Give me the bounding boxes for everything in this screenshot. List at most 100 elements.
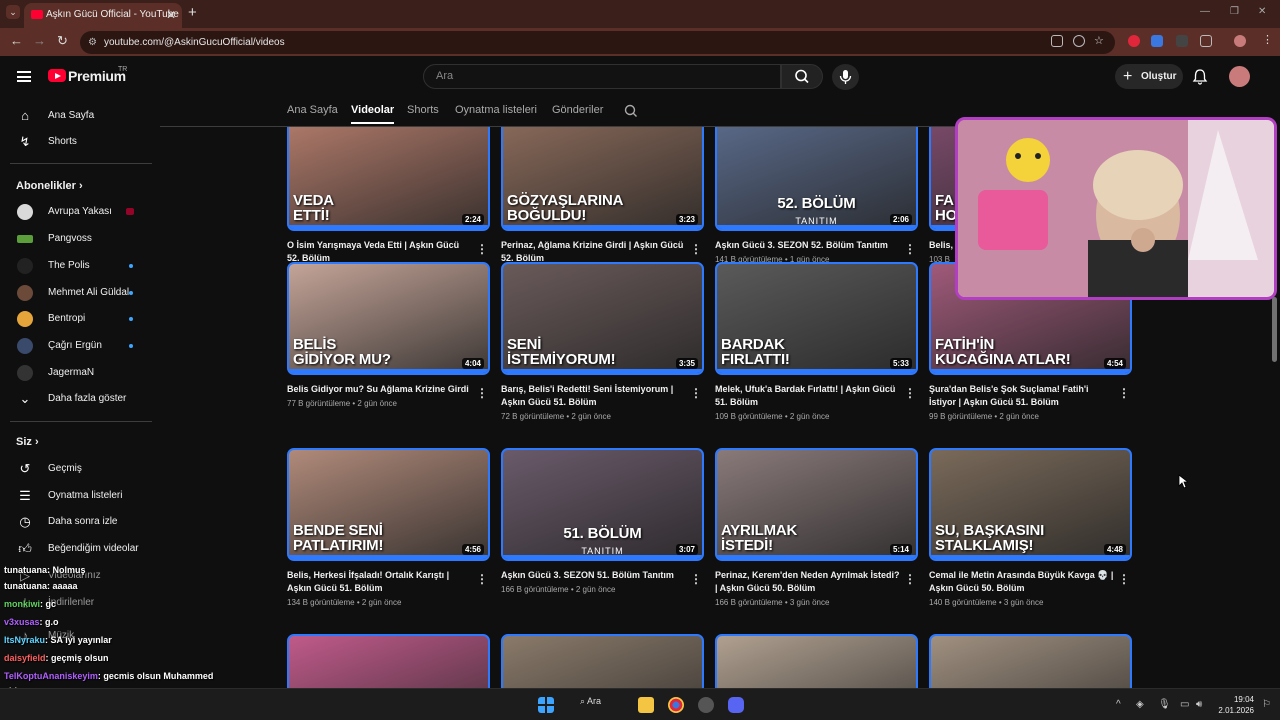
video-more-options-icon[interactable]: ⋮ bbox=[690, 572, 702, 586]
discord-icon[interactable] bbox=[728, 697, 744, 713]
sidebar-channel-mehmet-ali-guldal[interactable]: Mehmet Ali Güldal bbox=[0, 280, 160, 306]
tab-videos[interactable]: Videolar bbox=[351, 104, 395, 124]
maximize-icon[interactable]: ❐ bbox=[1230, 6, 1239, 17]
video-more-options-icon[interactable]: ⋮ bbox=[476, 242, 488, 256]
youtube-logo-icon[interactable] bbox=[48, 69, 66, 82]
video-thumbnail[interactable]: BENDE SENİ PATLATIRIM! 4:56 bbox=[287, 448, 490, 561]
video-thumbnail[interactable]: 52. BÖLÜM TANITIM 2:06 bbox=[715, 127, 918, 231]
video-card[interactable]: BARDAK FIRLATTI! 5:33 Melek, Ufuk'a Bardak… bbox=[715, 262, 918, 421]
video-thumbnail[interactable]: 51. BÖLÜM TANITIM 3:07 bbox=[501, 448, 704, 561]
video-card[interactable] bbox=[715, 634, 918, 688]
video-thumbnail[interactable]: AYRILMAK İSTEDİ! 5:14 bbox=[715, 448, 918, 561]
tray-chevron-icon[interactable]: ^ bbox=[1116, 699, 1121, 710]
video-more-options-icon[interactable]: ⋮ bbox=[476, 386, 488, 400]
video-title[interactable]: Melek, Ufuk'a Bardak Fırlattı! | Aşkın G… bbox=[715, 383, 901, 409]
profile-icon[interactable] bbox=[1234, 35, 1246, 47]
close-window-icon[interactable]: ✕ bbox=[1258, 6, 1266, 17]
you-header[interactable]: Siz › bbox=[16, 436, 39, 448]
video-more-options-icon[interactable]: ⋮ bbox=[690, 242, 702, 256]
account-avatar[interactable] bbox=[1229, 66, 1250, 87]
video-card[interactable]: VEDA ETTİ! 2:24 O İsim Yarışmaya Veda Etti… bbox=[287, 127, 490, 277]
file-explorer-icon[interactable] bbox=[638, 697, 654, 713]
system-clock[interactable]: 19:04 2.01.2026 bbox=[1214, 694, 1254, 716]
video-card[interactable]: 52. BÖLÜM TANITIM 2:06 Aşkın Gücü 3. SEZON … bbox=[715, 127, 918, 264]
extension-dark-icon[interactable] bbox=[1176, 35, 1188, 47]
sidebar-channel-the-polis[interactable]: The Polis bbox=[0, 253, 160, 279]
tab-playlists[interactable]: Oynatma listeleri bbox=[455, 104, 537, 116]
sidebar-channel-avrupa-yakasi[interactable]: Avrupa Yakası bbox=[0, 199, 160, 225]
back-icon[interactable]: ← bbox=[10, 33, 23, 48]
video-thumbnail[interactable] bbox=[501, 634, 704, 688]
video-thumbnail[interactable]: SU, BAŞKASINI STALKLAMIŞ! 4:48 bbox=[929, 448, 1132, 561]
address-bar[interactable]: ⚙ youtube.com/@AskinGucuOfficial/videos bbox=[80, 31, 1115, 54]
video-card[interactable] bbox=[287, 634, 490, 688]
taskbar-search[interactable]: ⌕ Ara bbox=[580, 696, 601, 707]
sidebar-show-more[interactable]: ⌄ Daha fazla göster bbox=[0, 386, 160, 412]
sidebar-item-shorts[interactable]: ↯ Shorts bbox=[0, 129, 160, 155]
extension-blue-icon[interactable] bbox=[1151, 35, 1163, 47]
reload-icon[interactable]: ↻ bbox=[57, 33, 68, 49]
tab-list-chevron-icon[interactable]: ⌄ bbox=[6, 5, 20, 19]
video-title[interactable]: Belis, Herkesi İfşaladı! Ortalık Karıştı… bbox=[287, 569, 473, 595]
cast-icon[interactable] bbox=[1051, 35, 1063, 47]
video-card[interactable] bbox=[501, 634, 704, 688]
tab-shorts[interactable]: Shorts bbox=[407, 104, 439, 116]
search-button[interactable] bbox=[781, 64, 823, 89]
video-more-options-icon[interactable]: ⋮ bbox=[904, 386, 916, 400]
windows-start-icon[interactable] bbox=[538, 697, 554, 713]
video-title[interactable]: Barış, Belis'i Redetti! Seni İstemiyorum… bbox=[501, 383, 687, 409]
search-input[interactable]: Ara bbox=[423, 64, 781, 89]
minimize-icon[interactable]: — bbox=[1200, 6, 1210, 17]
video-thumbnail[interactable]: VEDA ETTİ! 2:24 bbox=[287, 127, 490, 231]
site-info-icon[interactable]: ⚙ bbox=[88, 31, 97, 54]
video-thumbnail[interactable] bbox=[287, 634, 490, 688]
tab-posts[interactable]: Gönderiler bbox=[552, 104, 603, 116]
sidebar-channel-jagerman[interactable]: JagermaN bbox=[0, 360, 160, 386]
notification-center-icon[interactable]: ⚐ bbox=[1262, 699, 1271, 710]
forward-icon[interactable]: → bbox=[33, 33, 46, 48]
page-scrollbar-thumb[interactable] bbox=[1272, 297, 1277, 362]
video-thumbnail[interactable]: BARDAK FIRLATTI! 5:33 bbox=[715, 262, 918, 375]
video-more-options-icon[interactable]: ⋮ bbox=[476, 572, 488, 586]
video-thumbnail[interactable]: GÖZYAŞLARINA BOĞULDU! 3:23 bbox=[501, 127, 704, 231]
video-more-options-icon[interactable]: ⋮ bbox=[904, 242, 916, 256]
video-card[interactable]: BENDE SENİ PATLATIRIM! 4:56 Belis, Herkesi… bbox=[287, 448, 490, 607]
video-title[interactable]: Aşkın Gücü 3. SEZON 52. Bölüm Tanıtım bbox=[715, 239, 901, 252]
sidebar-item-playlists[interactable]: ☰ Oynatma listeleri bbox=[0, 483, 160, 509]
extensions-puzzle-icon[interactable] bbox=[1200, 35, 1212, 47]
network-icon[interactable]: ▭ bbox=[1180, 699, 1189, 710]
video-more-options-icon[interactable]: ⋮ bbox=[690, 386, 702, 400]
obs-icon[interactable] bbox=[698, 697, 714, 713]
tray-mic-icon[interactable]: 🎙︎ bbox=[1158, 699, 1171, 710]
video-more-options-icon[interactable]: ⋮ bbox=[1118, 572, 1130, 586]
subscriptions-header[interactable]: Abonelikler › bbox=[16, 180, 83, 192]
video-card[interactable]: SU, BAŞKASINI STALKLAMIŞ! 4:48 Cemal ile M… bbox=[929, 448, 1132, 607]
video-card[interactable]: GÖZYAŞLARINA BOĞULDU! 3:23 Perinaz, Ağlama… bbox=[501, 127, 704, 277]
chrome-icon[interactable] bbox=[668, 697, 684, 713]
video-card[interactable]: AYRILMAK İSTEDİ! 5:14 Perinaz, Kerem'den N… bbox=[715, 448, 918, 607]
volume-icon[interactable]: 🔊︎ bbox=[1196, 699, 1202, 710]
channel-search-icon[interactable] bbox=[623, 103, 639, 119]
tab-close-icon[interactable]: ✕ bbox=[166, 3, 176, 27]
menu-icon[interactable] bbox=[17, 71, 31, 82]
video-card[interactable]: 51. BÖLÜM TANITIM 3:07 Aşkın Gücü 3. SEZON … bbox=[501, 448, 704, 594]
video-title[interactable]: Aşkın Gücü 3. SEZON 51. Bölüm Tanıtım bbox=[501, 569, 687, 582]
video-card[interactable] bbox=[929, 634, 1132, 688]
notifications-bell-icon[interactable] bbox=[1192, 68, 1208, 85]
new-tab-button[interactable]: + bbox=[188, 4, 197, 21]
sidebar-channel-pangvoss[interactable]: Pangvoss bbox=[0, 226, 160, 252]
sidebar-item-home[interactable]: ⌂ Ana Sayfa bbox=[0, 103, 160, 129]
eye-off-icon[interactable] bbox=[1073, 35, 1085, 47]
video-thumbnail[interactable] bbox=[929, 634, 1132, 688]
video-title[interactable]: Şura'dan Belis'e Şok Suçlama! Fatih'i İs… bbox=[929, 383, 1115, 409]
extension-red-icon[interactable] bbox=[1128, 35, 1140, 47]
video-more-options-icon[interactable]: ⋮ bbox=[1118, 386, 1130, 400]
bookmark-star-icon[interactable]: ☆ bbox=[1094, 35, 1106, 47]
sidebar-channel-bentropi[interactable]: Bentropi bbox=[0, 306, 160, 332]
video-more-options-icon[interactable]: ⋮ bbox=[904, 572, 916, 586]
video-thumbnail[interactable]: SENİ İSTEMİYORUM! 3:35 bbox=[501, 262, 704, 375]
video-card[interactable]: BELİS GİDİYOR MU? 4:04 Belis Gidiyor mu? S… bbox=[287, 262, 490, 408]
sidebar-item-watch-later[interactable]: ◷ Daha sonra izle bbox=[0, 509, 160, 535]
tab-home[interactable]: Ana Sayfa bbox=[287, 104, 338, 116]
browser-menu-icon[interactable]: ⋮ bbox=[1262, 33, 1273, 46]
